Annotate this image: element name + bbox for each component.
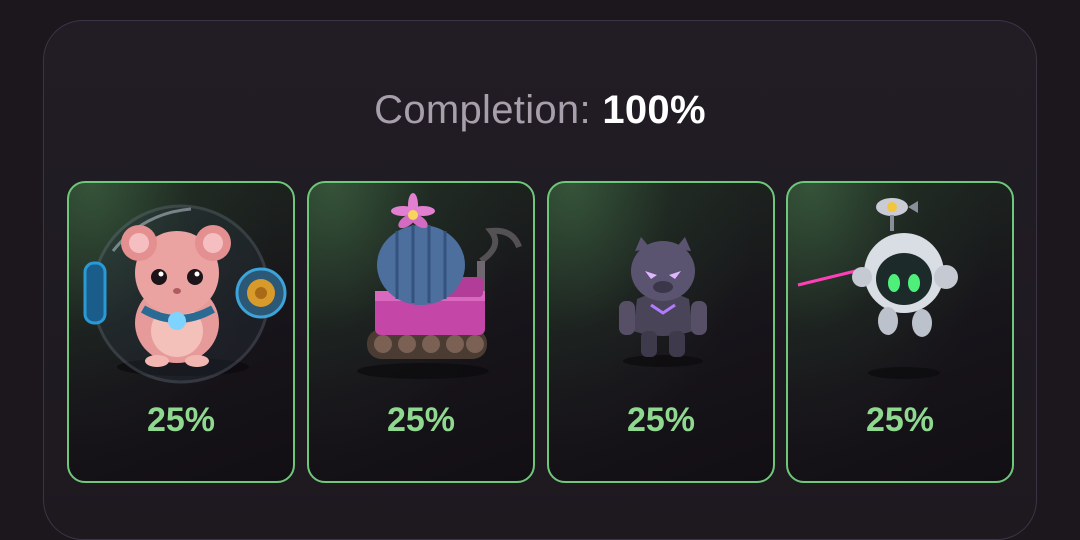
panther-warrior-icon xyxy=(619,237,707,367)
card-cactus-tank[interactable]: 25% xyxy=(307,181,535,483)
card-percent: 25% xyxy=(386,401,456,439)
completion-title: Completion: 100% xyxy=(0,88,1080,133)
completion-label: Completion: xyxy=(374,88,591,132)
completion-value: 100% xyxy=(602,88,706,132)
card-percent: 25% xyxy=(146,401,216,439)
card-hamster[interactable]: 25% xyxy=(67,181,295,483)
cactus-tank-icon xyxy=(357,193,522,379)
laser-robot-icon xyxy=(797,198,958,379)
hamster-ball-icon xyxy=(83,204,287,384)
card-panther[interactable]: 25% xyxy=(547,181,775,483)
card-percent: 25% xyxy=(626,401,696,439)
card-percent: 25% xyxy=(865,401,935,439)
card-robot[interactable]: 25% xyxy=(786,181,1014,483)
